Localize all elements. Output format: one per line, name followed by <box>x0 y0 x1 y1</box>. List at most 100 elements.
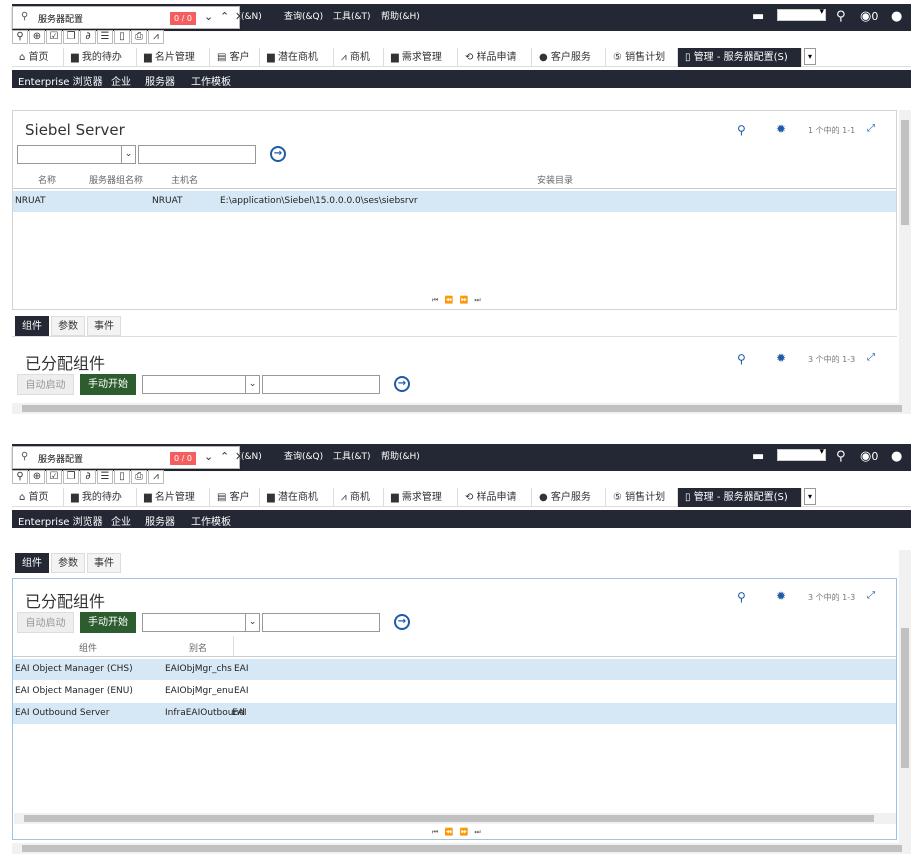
tabs-more-dropdown[interactable]: ▾ <box>804 48 816 65</box>
tab-service[interactable]: ● 客户服务 <box>532 48 606 67</box>
component-expand-icon[interactable]: ⤢ <box>867 590 875 601</box>
component-expand-icon[interactable]: ⤢ <box>867 352 875 363</box>
find-close-icon[interactable]: ✕ <box>235 450 244 463</box>
top-select[interactable] <box>777 7 826 21</box>
chart-icon[interactable]: ⩘ <box>148 470 164 484</box>
top-select[interactable] <box>777 447 826 461</box>
col-name[interactable]: 名称 <box>38 173 56 186</box>
table-row[interactable]: EAI Object Manager (ENU) EAIObjMgr_enu E… <box>13 681 896 702</box>
user-icon[interactable]: ● <box>891 449 902 464</box>
find-dropdown-icon[interactable]: ⌄ <box>204 10 213 23</box>
find-prev-icon[interactable]: ⌃ <box>220 10 229 23</box>
tab-demand[interactable]: ▆ 需求管理 <box>384 48 458 67</box>
tab-card-mgmt[interactable]: ▆ 名片管理 <box>137 48 210 67</box>
tabs-more-dropdown[interactable]: ▾ <box>804 488 816 505</box>
tab-customer[interactable]: ▤ 客户 <box>210 48 260 67</box>
menu-query[interactable]: 查询(&Q) <box>284 444 323 471</box>
server-search-icon[interactable]: ⚲ <box>737 123 746 137</box>
component-pager[interactable]: ⏮ ⏪ ⏩ ⏭ <box>432 828 483 837</box>
notification-icon[interactable]: ◉0 <box>860 449 878 464</box>
search-icon[interactable]: ⚲ <box>836 9 846 24</box>
table-row[interactable]: EAI Object Manager (CHS) EAIObjMgr_chs E… <box>13 659 896 680</box>
tab-home[interactable]: ⌂ 首页 <box>12 488 64 507</box>
chat-icon[interactable]: ▬ <box>752 449 764 464</box>
tab-parameters[interactable]: 参数 <box>51 316 85 336</box>
page-vscrollbar-2[interactable] <box>899 550 911 843</box>
server-go-icon[interactable]: → <box>270 146 286 162</box>
component-query-input[interactable] <box>262 613 380 632</box>
subnav-enterprise-item[interactable]: 企业 <box>111 73 131 88</box>
find-input[interactable]: 服务器配置 <box>38 452 83 465</box>
tab-events[interactable]: 事件 <box>87 553 121 573</box>
menu-tools[interactable]: 工具(&T) <box>333 444 371 471</box>
component-search-icon[interactable]: ⚲ <box>737 590 746 604</box>
find-prev-icon[interactable]: ⌃ <box>220 450 229 463</box>
component-query-field-select[interactable]: ⌄ <box>142 375 260 394</box>
list-icon[interactable]: ☰ <box>97 30 113 44</box>
page-vscrollbar[interactable] <box>899 110 911 403</box>
copy-icon[interactable]: ❐ <box>63 470 79 484</box>
tab-home[interactable]: ⌂ 首页 <box>12 48 64 67</box>
subnav-enterprise-item[interactable]: 企业 <box>111 513 131 528</box>
tab-demand[interactable]: ▆ 需求管理 <box>384 488 458 507</box>
tab-parameters[interactable]: 参数 <box>51 553 85 573</box>
col-group[interactable]: 服务器组名称 <box>89 173 143 186</box>
find-close-icon[interactable]: ✕ <box>235 10 244 23</box>
subnav-template[interactable]: 工作模板 <box>191 73 231 88</box>
tab-sales-plan[interactable]: ⑤ 销售计划 <box>606 488 678 507</box>
link-icon[interactable]: ∂ <box>80 30 96 44</box>
tab-admin-server[interactable]: ▯ 管理 - 服务器配置(S) <box>678 48 802 67</box>
component-go-icon[interactable]: → <box>394 376 410 392</box>
list-icon[interactable]: ☰ <box>97 470 113 484</box>
hscroll-thumb[interactable] <box>22 845 902 852</box>
hscroll-thumb[interactable] <box>22 405 902 412</box>
chart-icon[interactable]: ⩘ <box>148 30 164 44</box>
tab-sample[interactable]: ⟲ 样品申请 <box>458 48 532 67</box>
tab-customer[interactable]: ▤ 客户 <box>210 488 260 507</box>
col-component[interactable]: 组件 <box>79 641 97 654</box>
vscroll-thumb[interactable] <box>901 628 909 768</box>
auto-start-button[interactable]: 自动启动 <box>17 612 74 633</box>
tab-leads[interactable]: ▆ 潜在商机 <box>260 488 334 507</box>
link-icon[interactable]: ∂ <box>80 470 96 484</box>
menu-help[interactable]: 帮助(&H) <box>381 4 420 31</box>
vscroll-thumb[interactable] <box>901 120 909 225</box>
table-row[interactable]: EAI Outbound Server InfraEAIOutbound EAI <box>13 703 896 724</box>
save-icon[interactable]: ☑ <box>46 470 62 484</box>
tab-opportunity[interactable]: ⩘ 商机 <box>334 488 384 507</box>
page-hscrollbar[interactable] <box>12 403 911 414</box>
menu-query[interactable]: 查询(&Q) <box>284 4 323 31</box>
tab-sales-plan[interactable]: ⑤ 销售计划 <box>606 48 678 67</box>
component-gear-icon[interactable]: ✹ <box>776 351 786 365</box>
go-icon[interactable]: ⊕ <box>29 30 45 44</box>
server-expand-icon[interactable]: ⤢ <box>867 123 875 134</box>
menu-help[interactable]: 帮助(&H) <box>381 444 420 471</box>
user-icon[interactable]: ● <box>891 9 902 24</box>
notification-icon[interactable]: ◉0 <box>860 9 878 24</box>
col-host[interactable]: 主机名 <box>171 173 198 186</box>
col-install-dir[interactable]: 安装目录 <box>537 173 573 186</box>
tab-leads[interactable]: ▆ 潜在商机 <box>260 48 334 67</box>
print-icon[interactable]: ⎙ <box>131 470 147 484</box>
chat-icon[interactable]: ▬ <box>752 9 764 24</box>
component-query-field-select[interactable]: ⌄ <box>142 613 260 632</box>
auto-start-button[interactable]: 自动启动 <box>17 374 74 395</box>
tab-card-mgmt[interactable]: ▆ 名片管理 <box>137 488 210 507</box>
tab-service[interactable]: ● 客户服务 <box>532 488 606 507</box>
copy-icon[interactable]: ❐ <box>63 30 79 44</box>
page-hscrollbar-2[interactable] <box>12 843 911 854</box>
find-input[interactable]: 服务器配置 <box>38 12 83 25</box>
tab-sample[interactable]: ⟲ 样品申请 <box>458 488 532 507</box>
subnav-enterprise[interactable]: Enterprise 浏览器 <box>18 513 103 528</box>
server-gear-icon[interactable]: ✹ <box>776 122 786 136</box>
component-gear-icon[interactable]: ✹ <box>776 589 786 603</box>
search-icon[interactable]: ⚲ <box>836 449 846 464</box>
hscroll-thumb[interactable] <box>24 815 874 822</box>
save-icon[interactable]: ☑ <box>46 30 62 44</box>
subnav-server[interactable]: 服务器 <box>145 73 175 88</box>
query-icon[interactable]: ⚲ <box>12 470 28 484</box>
clipboard-icon[interactable]: ▯ <box>114 470 130 484</box>
subnav-template[interactable]: 工作模板 <box>191 513 231 528</box>
tab-components[interactable]: 组件 <box>15 553 49 573</box>
print-icon[interactable]: ⎙ <box>131 30 147 44</box>
